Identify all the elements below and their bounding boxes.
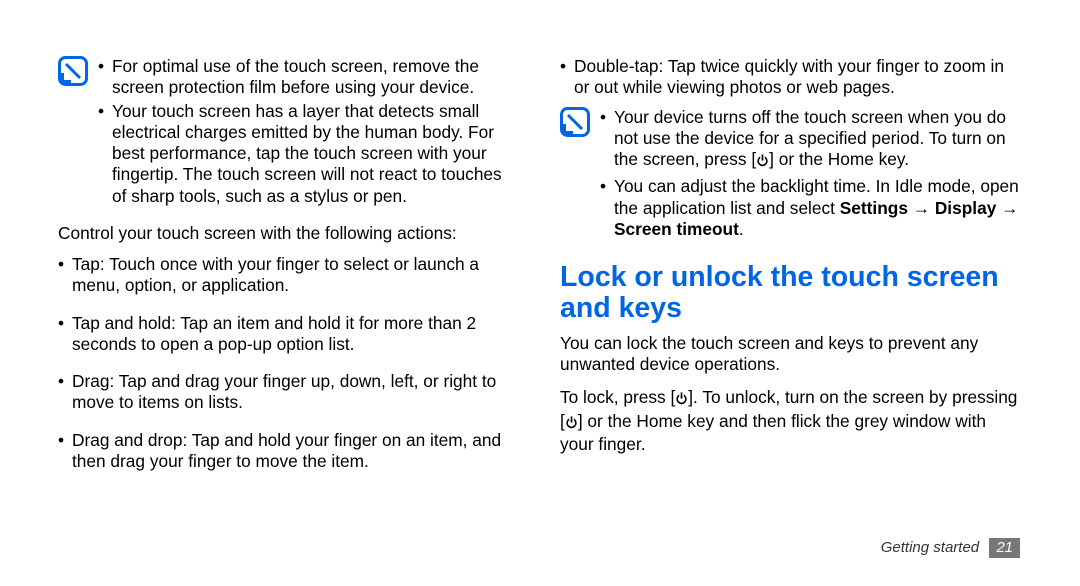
note-icon	[560, 107, 590, 137]
actions-cont-list: Double-tap: Tap twice quickly with your …	[560, 56, 1022, 99]
text: →	[996, 198, 1018, 218]
page-number: 21	[989, 538, 1020, 558]
action-item: Tap: Touch once with your finger to sele…	[58, 254, 520, 297]
body-paragraph-2: To lock, press []. To unlock, turn on th…	[560, 387, 1022, 455]
text: To lock, press [	[560, 387, 675, 407]
power-icon	[756, 151, 769, 172]
power-icon	[675, 389, 688, 410]
note-content-2: Your device turns off the touch screen w…	[600, 107, 1022, 245]
action-item: Drag: Tap and drag your finger up, down,…	[58, 371, 520, 414]
actions-list: Tap: Touch once with your finger to sele…	[58, 254, 520, 472]
note1-item: For optimal use of the touch screen, rem…	[98, 56, 520, 99]
note2-item-2: You can adjust the backlight time. In Id…	[600, 176, 1022, 240]
action-item: Drag and drop: Tap and hold your finger …	[58, 430, 520, 473]
text: ] or the Home key.	[769, 149, 909, 169]
text: ] or the Home key and then flick the gre…	[560, 411, 986, 454]
note2-item-1: Your device turns off the touch screen w…	[600, 107, 1022, 173]
footer-section-label: Getting started	[881, 539, 979, 556]
note2-list: Your device turns off the touch screen w…	[600, 107, 1022, 241]
bold-text: Screen timeout	[614, 219, 739, 239]
bold-text: Settings	[840, 198, 908, 218]
power-icon	[565, 413, 578, 434]
left-column: For optimal use of the touch screen, rem…	[58, 56, 520, 520]
body-paragraph-1: You can lock the touch screen and keys t…	[560, 333, 1022, 376]
action-item: Tap and hold: Tap an item and hold it fo…	[58, 313, 520, 356]
section-heading: Lock or unlock the touch screen and keys	[560, 262, 1022, 325]
action-item: Double-tap: Tap twice quickly with your …	[560, 56, 1022, 99]
page: For optimal use of the touch screen, rem…	[0, 0, 1080, 520]
bold-text: Display	[935, 198, 996, 218]
note-content-1: For optimal use of the touch screen, rem…	[98, 56, 520, 209]
footer: Getting started 21	[881, 538, 1020, 558]
note1-item: Your touch screen has a layer that detec…	[98, 101, 520, 207]
text: →	[908, 198, 935, 218]
note1-list: For optimal use of the touch screen, rem…	[98, 56, 520, 207]
right-column: Double-tap: Tap twice quickly with your …	[560, 56, 1022, 520]
note-icon	[58, 56, 88, 86]
note-block-1: For optimal use of the touch screen, rem…	[58, 56, 520, 209]
intro-paragraph: Control your touch screen with the follo…	[58, 223, 520, 244]
note-block-2: Your device turns off the touch screen w…	[560, 107, 1022, 245]
text: .	[739, 219, 744, 239]
